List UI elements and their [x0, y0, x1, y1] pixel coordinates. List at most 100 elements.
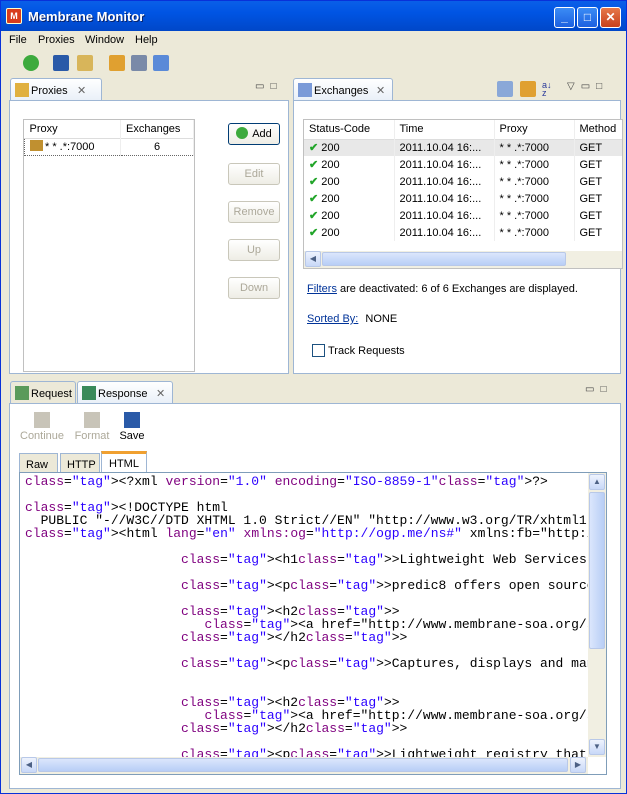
code-line: class="tag"></h2class="tag">>: [181, 721, 408, 736]
table-row[interactable]: ✔ 200 2011.10.04 16:... * * .*:7000 GET: [304, 156, 622, 173]
menu-file[interactable]: File: [9, 34, 27, 46]
status-cell-text: 200: [321, 159, 340, 171]
title-bar[interactable]: M Membrane Monitor _ □ ✕: [1, 1, 626, 31]
subtab-http[interactable]: HTTP: [60, 453, 100, 473]
proxies-view-controls[interactable]: ▭□: [255, 81, 283, 92]
tab-request[interactable]: Request: [10, 381, 76, 403]
method-cell: GET: [574, 173, 622, 190]
mail-icon[interactable]: [497, 81, 513, 97]
close-button[interactable]: ✕: [600, 7, 621, 28]
proxy-cell-text: * * .*:7000: [499, 226, 550, 239]
main-toolbar: [1, 51, 626, 75]
proxy-cell: * * .*:7000: [494, 190, 575, 207]
check-icon: ✔: [309, 142, 322, 155]
up-button[interactable]: Up: [228, 239, 280, 261]
status-cell-text: 200: [321, 227, 340, 239]
table-row[interactable]: ✔ 200 2011.10.04 16:... * * .*:7000 GET: [304, 139, 622, 156]
status-cell: ✔ 200: [304, 190, 395, 207]
col-method[interactable]: Method: [574, 120, 622, 139]
menu-proxies[interactable]: Proxies: [38, 34, 75, 46]
save-action[interactable]: Save: [114, 412, 150, 442]
tab-response[interactable]: Response ✕: [77, 381, 173, 403]
proxies-icon: [15, 83, 29, 97]
code-hscrollbar[interactable]: ◀ ▶: [20, 757, 588, 774]
filters-link[interactable]: Filters: [307, 283, 337, 295]
method-cell: GET: [574, 224, 622, 241]
scroll-left-icon[interactable]: ◀: [21, 757, 37, 773]
save-icon: [124, 412, 140, 428]
windows-icon[interactable]: [153, 55, 169, 71]
exchanges-cell: 6: [120, 138, 194, 155]
list-icon[interactable]: [131, 55, 147, 71]
method-cell-text: GET: [579, 175, 603, 188]
minimize-button[interactable]: _: [554, 7, 575, 28]
method-cell-text: GET: [579, 226, 603, 239]
track-requests-checkbox[interactable]: [312, 344, 325, 357]
scroll-thumb[interactable]: [38, 758, 568, 772]
status-cell-text: 200: [321, 142, 340, 155]
subtab-raw[interactable]: Raw: [19, 453, 58, 473]
check-icon: ✔: [309, 159, 322, 171]
html-source-view[interactable]: class="tag"><?xml version="1.0" encoding…: [22, 473, 588, 757]
close-tab-icon[interactable]: ✕: [77, 84, 86, 97]
close-tab-icon[interactable]: ✕: [156, 387, 165, 400]
table-row[interactable]: ✔ 200 2011.10.04 16:... * * .*:7000 GET: [304, 224, 622, 241]
add-button[interactable]: Add: [228, 123, 280, 145]
proxy-cell: * * .*:7000: [494, 224, 575, 241]
sorted-by-link[interactable]: Sorted By:: [307, 313, 358, 325]
sorted-value: NONE: [365, 313, 398, 325]
col-proxy[interactable]: Proxy: [24, 120, 121, 138]
check-icon: ✔: [309, 227, 322, 239]
sort-az-icon[interactable]: a↓ z: [542, 81, 558, 98]
col-proxy[interactable]: Proxy: [494, 120, 575, 139]
proxies-table: Proxy Exchanges * * .*:7000 6: [23, 119, 195, 372]
subtab-html[interactable]: HTML: [101, 451, 147, 474]
remove-button[interactable]: Remove: [228, 201, 280, 223]
tab-exchanges[interactable]: Exchanges ✕: [293, 78, 393, 100]
exchanges-panel: Status-Code Time Proxy Method ✔ 200 2011.…: [293, 100, 623, 374]
continue-action[interactable]: Continue: [20, 412, 64, 442]
edit-icon[interactable]: [109, 55, 125, 71]
edit-button[interactable]: Edit: [228, 163, 280, 185]
scroll-thumb[interactable]: [589, 492, 605, 649]
method-cell: GET: [574, 156, 622, 173]
bottom-view-controls[interactable]: ▭□: [585, 384, 613, 395]
track-requests[interactable]: Track Requests: [312, 344, 405, 357]
table-row[interactable]: ✔ 200 2011.10.04 16:... * * .*:7000 GET: [304, 173, 622, 190]
exchanges-hscrollbar[interactable]: ◀: [304, 251, 622, 268]
scroll-up-icon[interactable]: ▲: [589, 474, 605, 490]
scroll-down-icon[interactable]: ▼: [589, 739, 605, 755]
proxy-cell-text: * * .*:7000: [499, 158, 550, 171]
menu-window[interactable]: Window: [85, 34, 124, 46]
table-row[interactable]: ✔ 200 2011.10.04 16:... * * .*:7000 GET: [304, 207, 622, 224]
save-all-icon[interactable]: [77, 55, 93, 71]
down-button[interactable]: Down: [228, 277, 280, 299]
save-icon[interactable]: [53, 55, 69, 71]
col-status-code[interactable]: Status-Code: [304, 120, 395, 139]
table-row[interactable]: * * .*:7000 6: [24, 138, 194, 155]
request-icon: [15, 386, 29, 400]
time-cell-text: 2011.10.04 16:...: [399, 226, 482, 239]
scroll-left-icon[interactable]: ◀: [305, 251, 321, 267]
tab-proxies[interactable]: Proxies ✕: [10, 78, 102, 100]
menu-help[interactable]: Help: [135, 34, 158, 46]
close-tab-icon[interactable]: ✕: [376, 84, 385, 97]
col-exchanges[interactable]: Exchanges: [120, 120, 194, 138]
status-cell-text: 200: [321, 176, 340, 188]
add-icon: [236, 127, 249, 139]
time-cell: 2011.10.04 16:...: [394, 173, 495, 190]
exchanges-view-controls[interactable]: ▽▭□: [567, 81, 608, 92]
method-cell-text: GET: [579, 158, 603, 171]
scroll-right-icon[interactable]: ▶: [570, 757, 586, 773]
format-action[interactable]: Format: [72, 412, 112, 442]
time-cell: 2011.10.04 16:...: [394, 139, 495, 156]
code-vscrollbar[interactable]: ▲ ▼: [588, 473, 606, 757]
scroll-thumb[interactable]: [322, 252, 566, 266]
proxy-cell-text: * * .*:7000: [499, 141, 550, 154]
col-time[interactable]: Time: [394, 120, 495, 139]
add-icon[interactable]: [23, 55, 39, 71]
method-cell-text: GET: [579, 141, 603, 154]
filter-icon[interactable]: [520, 81, 536, 97]
table-row[interactable]: ✔ 200 2011.10.04 16:... * * .*:7000 GET: [304, 190, 622, 207]
maximize-button[interactable]: □: [577, 7, 598, 28]
